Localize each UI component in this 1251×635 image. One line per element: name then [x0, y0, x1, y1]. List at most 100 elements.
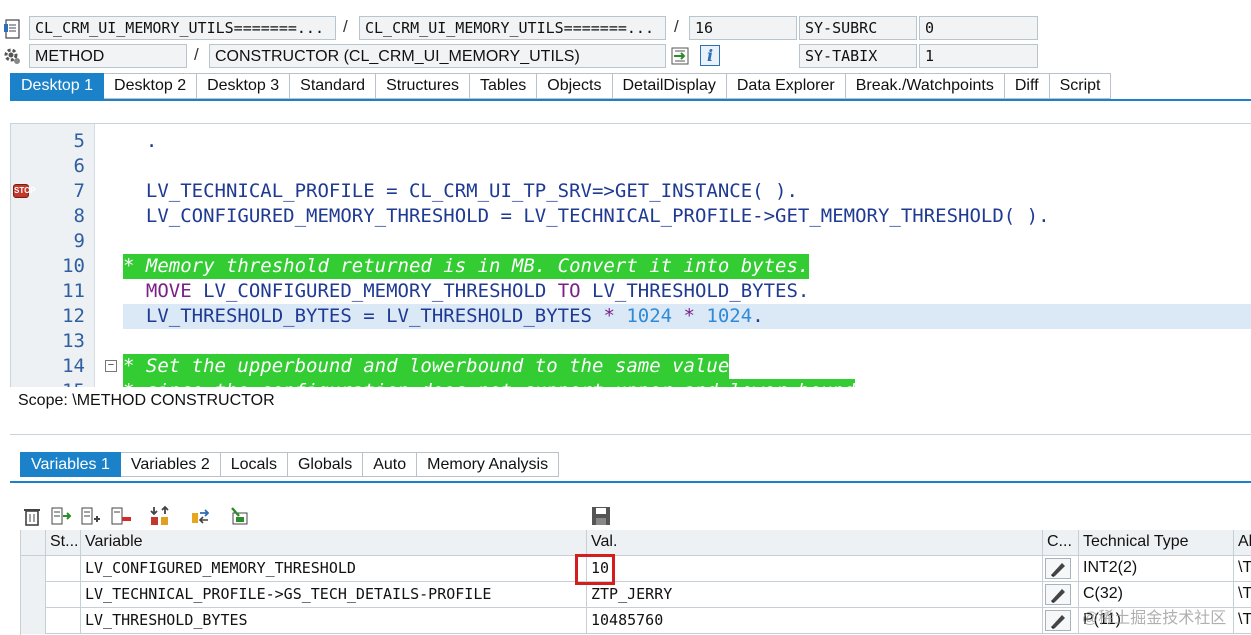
tab-structures[interactable]: Structures: [376, 73, 470, 99]
fold-collapse-icon[interactable]: −: [105, 360, 117, 372]
status-cell: [46, 582, 81, 608]
change-cell[interactable]: [1043, 608, 1079, 634]
tab-desktop-1[interactable]: Desktop 1: [10, 73, 105, 99]
code-operand: LV_THRESHOLD_BYTES = LV_THRESHOLD_BYTES: [123, 305, 604, 327]
code-line-15[interactable]: 15 * since the configuration does not su…: [11, 379, 1251, 387]
status-cell: [46, 556, 81, 582]
desktop-tabbar-underline: [10, 99, 1251, 101]
value-cell[interactable]: 10: [587, 556, 1043, 582]
navigate-icon[interactable]: [670, 46, 692, 66]
keyword-move: MOVE: [145, 280, 192, 302]
source-code-editor[interactable]: 5 . 6 STOP 7 LV_TECHNICAL_PROFILE = CL_C…: [10, 123, 1251, 387]
technical-type-column-header[interactable]: Technical Type: [1079, 530, 1234, 556]
vtab-auto[interactable]: Auto: [363, 452, 418, 477]
row-selector-header[interactable]: [21, 530, 46, 556]
variable-cell[interactable]: LV_CONFIGURED_MEMORY_THRESHOLD: [81, 556, 587, 582]
source-page-icon[interactable]: [3, 18, 21, 40]
sysvar-subrc-name[interactable]: SY-SUBRC: [799, 16, 917, 40]
delete-trash-icon[interactable]: [21, 505, 43, 527]
code-line-9[interactable]: 9: [11, 229, 1251, 254]
change-cell[interactable]: [1043, 582, 1079, 608]
code-line-10[interactable]: 10 * Memory threshold returned is in MB.…: [11, 254, 1251, 279]
separator-1: /: [343, 17, 348, 36]
settings-gear-icon[interactable]: [2, 46, 22, 66]
table-row[interactable]: LV_TECHNICAL_PROFILE->GS_TECH_DETAILS-PR…: [21, 582, 1251, 608]
vtab-globals[interactable]: Globals: [287, 452, 364, 477]
code-line-8[interactable]: 8 LV_CONFIGURED_MEMORY_THRESHOLD = LV_TE…: [11, 204, 1251, 229]
watermark: @稀土掘金技术社区: [1082, 610, 1227, 627]
vtab-locals[interactable]: Locals: [220, 452, 288, 477]
sysvar-subrc-value[interactable]: 0: [919, 16, 1038, 40]
vtab-memory-analysis[interactable]: Memory Analysis: [417, 452, 560, 477]
line-number: 10: [62, 255, 85, 277]
info-icon[interactable]: i: [700, 45, 720, 66]
event-name-field[interactable]: CONSTRUCTOR (CL_CRM_UI_MEMORY_UTILS): [209, 44, 666, 68]
event-type-field[interactable]: METHOD: [29, 44, 187, 68]
edit-pencil-icon[interactable]: [1045, 610, 1071, 631]
change-column-header[interactable]: C...: [1043, 530, 1079, 556]
code-comment: * Set the upperbound and lowerbound to t…: [123, 354, 730, 379]
panel-divider[interactable]: [10, 434, 1251, 435]
change-cell[interactable]: [1043, 556, 1079, 582]
append-row-icon[interactable]: [80, 505, 102, 527]
line-number: 14: [62, 355, 85, 377]
vtab-variables-2[interactable]: Variables 2: [120, 452, 221, 477]
absolute-type-cell: \T: [1238, 611, 1251, 628]
tab-detaildisplay[interactable]: DetailDisplay: [612, 73, 727, 99]
tab-script[interactable]: Script: [1049, 73, 1112, 99]
line-number: 9: [73, 230, 85, 252]
table-row[interactable]: LV_THRESHOLD_BYTES 10485760 P(11) \T: [21, 608, 1251, 634]
program-field[interactable]: CL_CRM_UI_MEMORY_UTILS=======...: [29, 16, 336, 40]
sysvar-tabix-name[interactable]: SY-TABIX: [799, 44, 917, 68]
table-row[interactable]: LV_CONFIGURED_MEMORY_THRESHOLD 10 INT2(2…: [21, 556, 1251, 582]
line-number-field[interactable]: 16: [689, 16, 797, 40]
tab-tables[interactable]: Tables: [470, 73, 538, 99]
tab-standard[interactable]: Standard: [290, 73, 377, 99]
variable-column-header[interactable]: Variable: [81, 530, 587, 556]
status-column-header[interactable]: St...: [46, 530, 81, 556]
code-operand: LV_THRESHOLD_BYTES.: [580, 280, 810, 302]
row-selector[interactable]: [21, 582, 46, 608]
breakpoint-stop-icon[interactable]: STOP: [13, 184, 36, 198]
value-cell[interactable]: 10485760: [587, 608, 1043, 634]
absolute-type-column-header[interactable]: Al: [1234, 530, 1251, 556]
export-icon[interactable]: [229, 505, 251, 527]
variable-cell[interactable]: LV_TECHNICAL_PROFILE->GS_TECH_DETAILS-PR…: [81, 582, 587, 608]
value-column-header[interactable]: Val.: [587, 530, 1043, 556]
code-text: LV_THRESHOLD_BYTES = LV_THRESHOLD_BYTES …: [123, 304, 764, 329]
code-line-14[interactable]: 14 − * Set the upperbound and lowerbound…: [11, 354, 1251, 379]
desktop-tabbar: Desktop 1 Desktop 2 Desktop 3 Standard Struc…: [10, 73, 1112, 99]
variables-tabbar: Variables 1 Variables 2 Locals Globals Auto M…: [20, 452, 560, 477]
line-number: 8: [73, 205, 85, 227]
remove-row-icon[interactable]: [110, 505, 132, 527]
code-line-6[interactable]: 6: [11, 154, 1251, 179]
sort-icon[interactable]: [149, 505, 171, 527]
sysvar-tabix-value[interactable]: 1: [919, 44, 1038, 68]
table-header-row: St... Variable Val. C... Technical Type …: [21, 530, 1251, 556]
edit-pencil-icon[interactable]: [1045, 558, 1071, 579]
code-line-13[interactable]: 13: [11, 329, 1251, 354]
insert-row-icon[interactable]: [50, 505, 72, 527]
vtab-variables-1[interactable]: Variables 1: [20, 452, 121, 477]
tab-desktop-3[interactable]: Desktop 3: [197, 73, 291, 99]
tab-diff[interactable]: Diff: [1004, 73, 1050, 99]
code-line-11[interactable]: 11 MOVE LV_CONFIGURED_MEMORY_THRESHOLD T…: [11, 279, 1251, 304]
line-number: 13: [62, 330, 85, 352]
code-comment: * since the configuration does not suppo…: [123, 379, 856, 387]
value-cell[interactable]: ZTP_JERRY: [587, 582, 1043, 608]
edit-pencil-icon[interactable]: [1045, 584, 1071, 605]
row-selector[interactable]: [21, 556, 46, 582]
code-line-7[interactable]: STOP 7 LV_TECHNICAL_PROFILE = CL_CRM_UI_…: [11, 179, 1251, 204]
transfer-icon[interactable]: [190, 505, 212, 527]
tab-break-watchpoints[interactable]: Break./Watchpoints: [845, 73, 1005, 99]
code-line-12[interactable]: 12 LV_THRESHOLD_BYTES = LV_THRESHOLD_BYT…: [11, 304, 1251, 329]
include-field[interactable]: CL_CRM_UI_MEMORY_UTILS=======...: [359, 16, 666, 40]
save-icon[interactable]: [590, 505, 612, 527]
code-line-5[interactable]: 5 .: [11, 129, 1251, 154]
variable-cell[interactable]: LV_THRESHOLD_BYTES: [81, 608, 587, 634]
tab-desktop-2[interactable]: Desktop 2: [104, 73, 198, 99]
status-cell: [46, 608, 81, 634]
tab-data-explorer[interactable]: Data Explorer: [726, 73, 846, 99]
tab-objects[interactable]: Objects: [537, 73, 613, 99]
row-selector[interactable]: [21, 608, 46, 634]
